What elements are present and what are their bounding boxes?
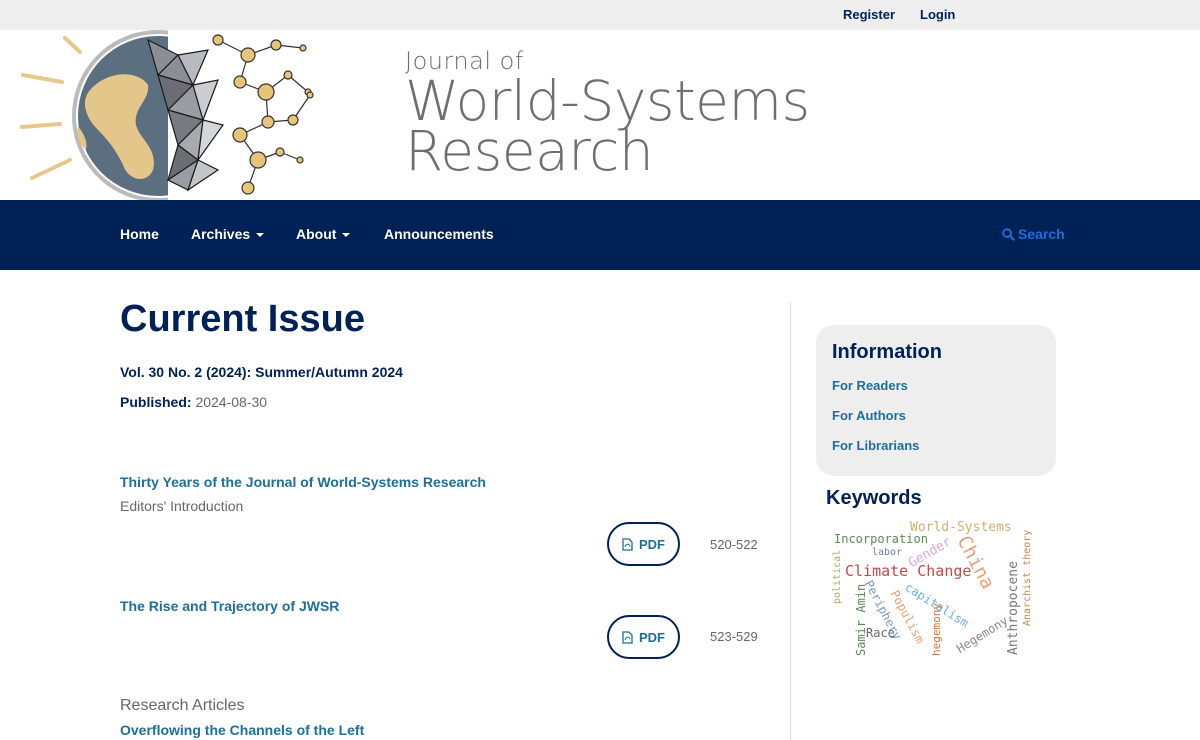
article-pages: 520-522 [710,537,758,552]
nav-home[interactable]: Home [120,226,159,242]
pdf-label: PDF [639,536,665,552]
nav-announcements-label: Announcements [384,226,494,242]
for-readers-link[interactable]: For Readers [832,378,908,393]
pdf-download-button[interactable]: PDF [607,522,680,566]
published-date: Published: 2024-08-30 [120,394,267,410]
issue-identification: Vol. 30 No. 2 (2024): Summer/Autumn 2024 [120,364,403,380]
information-title: Information [832,341,942,363]
caret-down-icon [342,233,351,238]
published-label: Published: [120,394,192,410]
article-subtitle: Editors' Introduction [120,498,244,514]
keyword-link[interactable]: Race [866,626,895,640]
file-pdf-icon [622,630,633,644]
pdf-label: PDF [639,629,665,645]
keyword-link[interactable]: Anthropocene [1006,561,1021,655]
register-link[interactable]: Register [843,7,895,22]
keyword-cloud: World-Systems Incorporation labor Gender… [826,518,1046,663]
keyword-link[interactable]: Samir Amin [854,584,868,656]
article-title-link[interactable]: Thirty Years of the Journal of World-Sys… [120,474,486,490]
primary-nav: Home Archives About Announcements Search [0,200,1200,270]
page-title: Current Issue [120,298,365,340]
nav-home-label: Home [120,226,159,242]
keyword-link[interactable]: Anarchist theory [1022,530,1033,626]
site-header: Journal of World-Systems Research [0,30,1200,200]
nav-archives[interactable]: Archives [191,226,265,242]
top-utility-bar: Register Login [0,0,1200,30]
search-label: Search [1018,226,1065,242]
login-link[interactable]: Login [920,7,955,22]
article-title-link[interactable]: The Rise and Trajectory of JWSR [120,598,339,614]
nav-about-label: About [296,226,337,242]
keyword-link[interactable]: political [832,550,843,604]
file-pdf-icon [622,537,633,551]
for-librarians-link[interactable]: For Librarians [832,438,919,453]
published-value: 2024-08-30 [195,394,268,410]
nav-about[interactable]: About [296,226,351,242]
keyword-link[interactable]: labor [872,547,902,558]
nav-announcements[interactable]: Announcements [384,226,494,242]
search-icon [1002,228,1015,241]
pdf-download-button[interactable]: PDF [607,615,680,659]
article-pages: 523-529 [710,629,758,644]
keyword-link[interactable]: hegemony [930,603,943,656]
keyword-link[interactable]: Incorporation [834,532,928,546]
search-link[interactable]: Search [1002,226,1065,242]
article-title-link[interactable]: Overflowing the Channels of the Left [120,722,364,738]
site-title[interactable]: Journal of World-Systems Research [405,46,810,183]
nav-archives-label: Archives [191,226,251,242]
keyword-link[interactable]: Climate Change [845,562,971,580]
section-heading: Research Articles [120,697,245,714]
journal-logo-globe-icon[interactable] [18,30,318,200]
for-authors-link[interactable]: For Authors [832,408,906,423]
keywords-title: Keywords [826,487,922,509]
sidebar-divider [790,302,791,740]
information-block: Information For Readers For Authors For … [816,325,1056,476]
site-title-line2: Research [405,119,654,183]
caret-down-icon [256,233,265,238]
